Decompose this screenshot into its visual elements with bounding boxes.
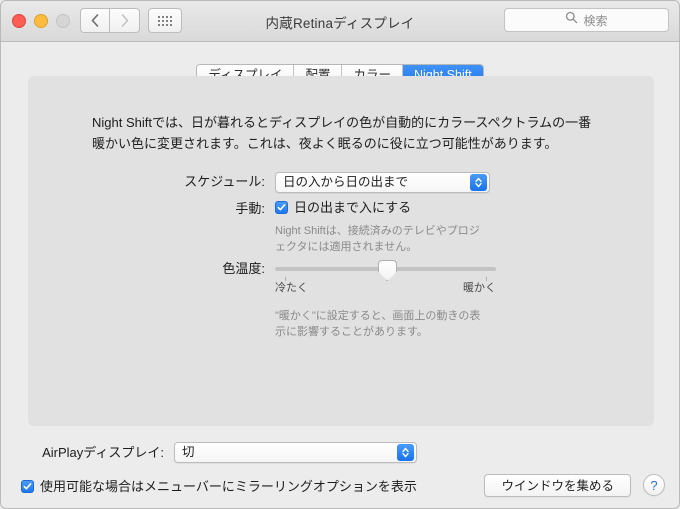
title-bar: 内蔵Retinaディスプレイ 検索: [1, 1, 679, 42]
slider-end-labels: 冷たく 暖かく: [275, 279, 496, 295]
search-icon: [565, 11, 578, 29]
checkmark-icon: [277, 199, 286, 217]
preferences-window: 内蔵Retinaディスプレイ 検索 ディスプレイ 配置 カラー Night Sh…: [0, 0, 680, 509]
airplay-row: AirPlayディスプレイ: 切: [1, 442, 417, 463]
search-field[interactable]: 検索: [504, 8, 669, 32]
slider-min-label: 冷たく: [275, 282, 308, 294]
night-shift-description: Night Shiftでは、日が暮れるとディスプレイの色が自動的にカラースペクト…: [92, 115, 592, 151]
temperature-slider[interactable]: [275, 260, 496, 281]
mirroring-checkbox[interactable]: [21, 480, 34, 493]
airplay-value: 切: [182, 445, 195, 459]
help-button[interactable]: ?: [643, 474, 665, 496]
gather-windows-button[interactable]: ウインドウを集める: [484, 474, 631, 497]
schedule-row: スケジュール: 日の入から日の出まで: [28, 172, 654, 193]
manual-checkbox-group[interactable]: 日の出まで入にする: [275, 200, 411, 215]
manual-checkbox-label: 日の出まで入にする: [294, 200, 412, 215]
temperature-row: 色温度:: [28, 260, 654, 281]
manual-row: 手動: 日の出まで入にする: [28, 200, 654, 217]
night-shift-panel: Night Shiftでは、日が暮れるとディスプレイの色が自動的にカラースペクト…: [28, 76, 654, 426]
tv-projector-hint: Night Shiftは、接続済みのテレビやプロジェクタには適用されません。: [275, 225, 480, 253]
airplay-label: AirPlayディスプレイ:: [42, 444, 164, 460]
temperature-label: 色温度:: [222, 261, 265, 276]
airplay-popup-button[interactable]: 切: [174, 442, 417, 463]
manual-label: 手動:: [235, 201, 265, 216]
mirroring-checkbox-group[interactable]: 使用可能な場合はメニューバーにミラーリングオプションを表示: [21, 479, 417, 494]
schedule-label: スケジュール:: [184, 174, 265, 189]
slider-max-label: 暖かく: [463, 282, 496, 294]
warm-setting-hint: "暖かく"に設定すると、画面上の動きの表示に影響することがあります。: [275, 310, 481, 338]
search-placeholder: 検索: [583, 13, 608, 28]
checkmark-icon: [23, 478, 32, 496]
manual-checkbox[interactable]: [275, 201, 288, 214]
chevron-up-down-icon: [470, 174, 487, 191]
schedule-popup-button[interactable]: 日の入から日の出まで: [275, 172, 490, 193]
schedule-value: 日の入から日の出まで: [283, 175, 409, 189]
chevron-up-down-icon: [397, 444, 414, 461]
mirroring-checkbox-label: 使用可能な場合はメニューバーにミラーリングオプションを表示: [40, 479, 417, 494]
